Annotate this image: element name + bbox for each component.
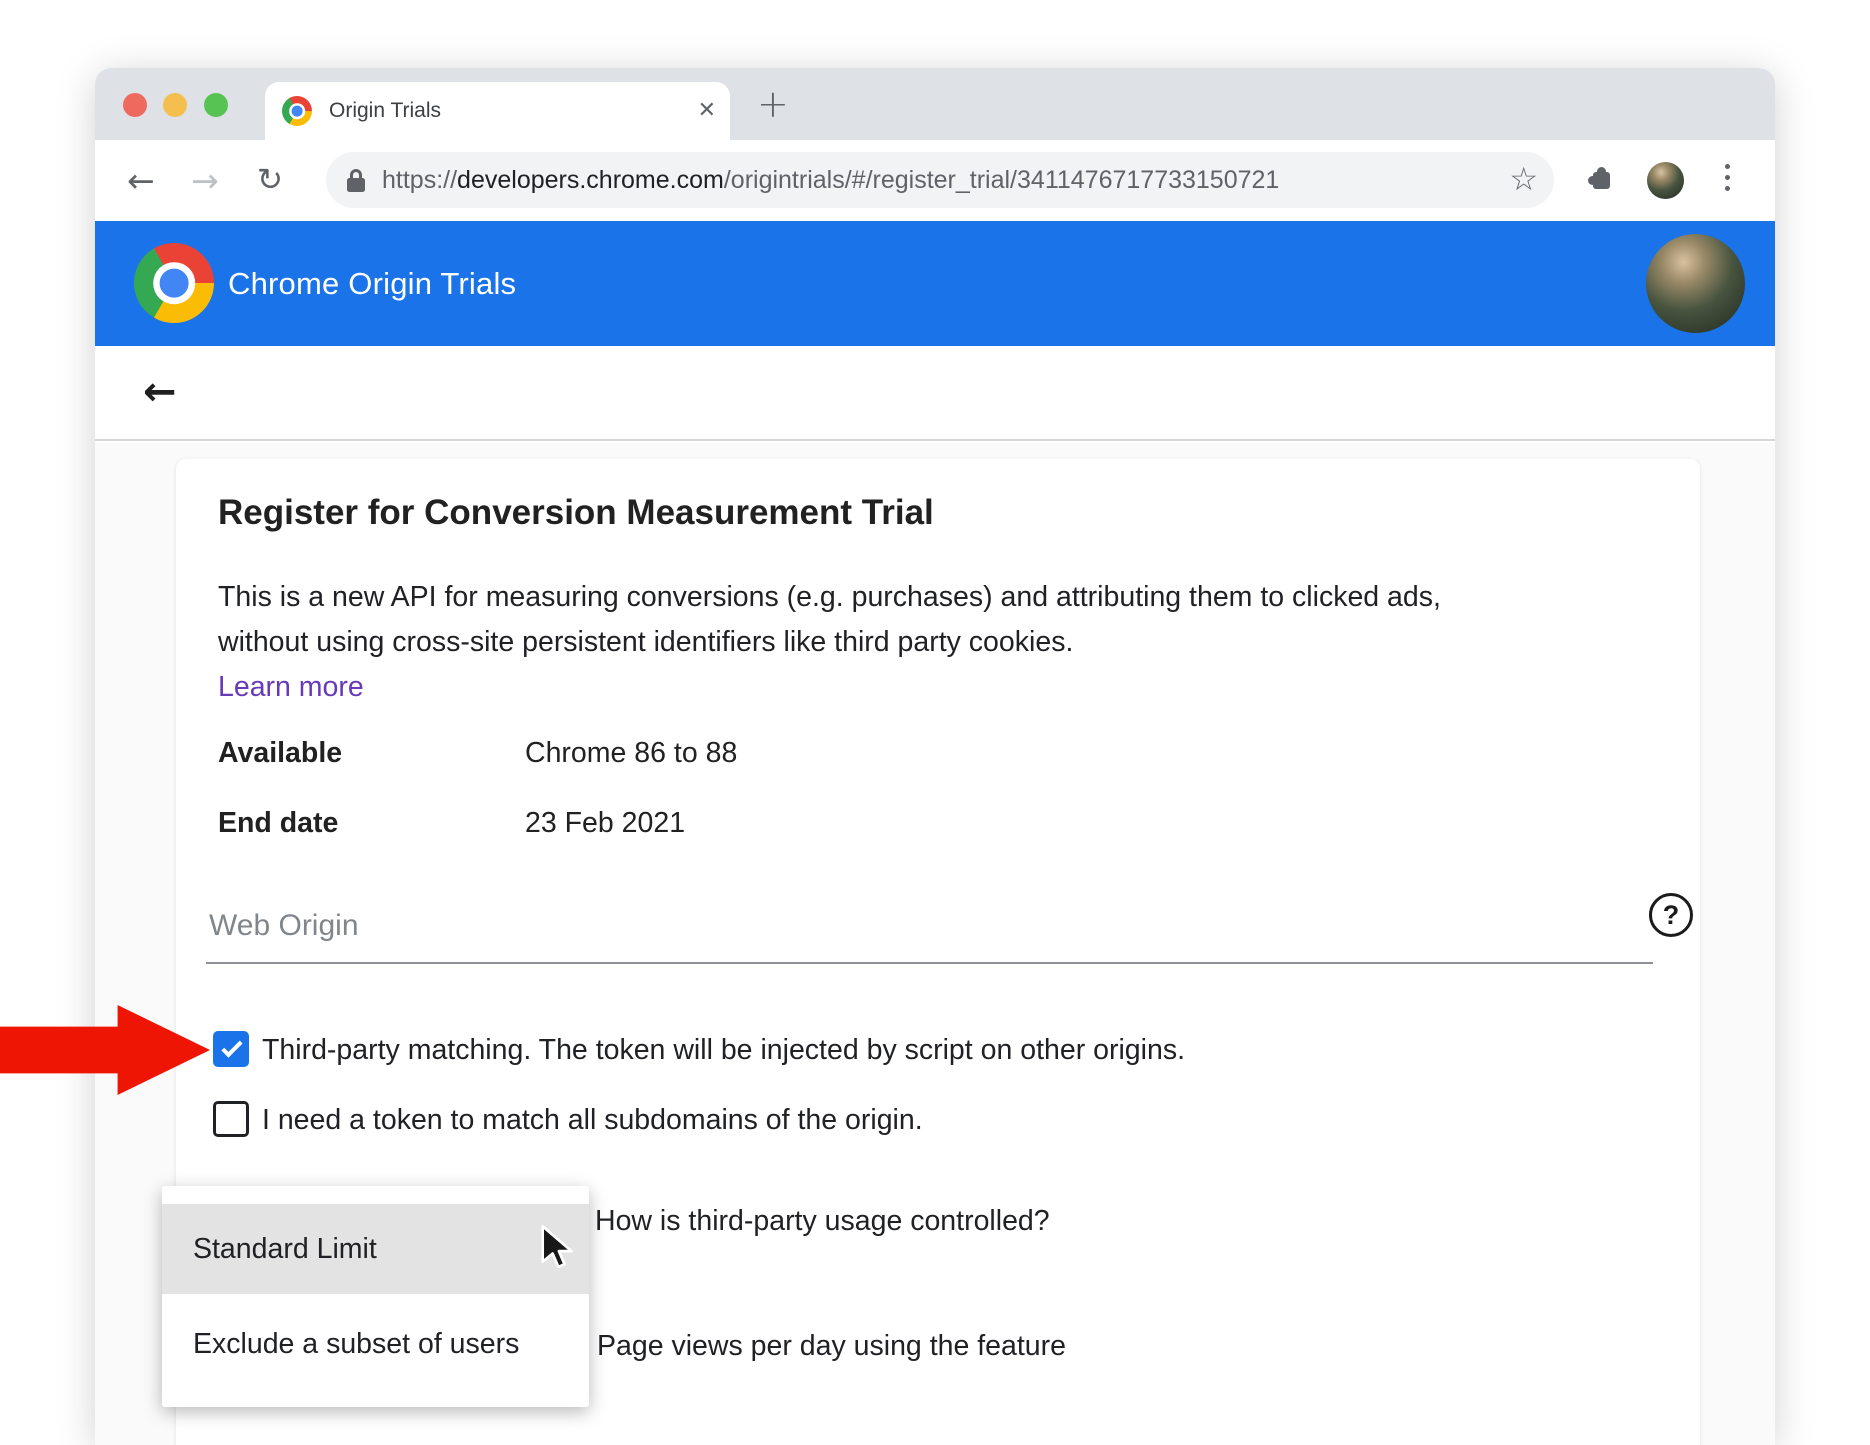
page-nav-row: ←: [95, 346, 1775, 441]
browser-menu-icon[interactable]: [1725, 164, 1731, 197]
third-party-matching-checkbox[interactable]: [213, 1031, 249, 1067]
trial-description-line2: without using cross-site persistent iden…: [218, 626, 1073, 659]
available-label: Available: [218, 737, 342, 770]
reload-icon[interactable]: ↻: [248, 140, 292, 221]
extensions-puzzle-icon[interactable]: [1593, 172, 1610, 189]
help-icon[interactable]: ?: [1649, 893, 1693, 937]
browser-toolbar: ← → ↻ https://developers.chrome.com/orig…: [95, 140, 1775, 221]
trial-description-line1: This is a new API for measuring conversi…: [218, 581, 1441, 614]
app-title: Chrome Origin Trials: [228, 221, 516, 346]
dropdown-option-exclude-subset[interactable]: Exclude a subset of users: [162, 1294, 589, 1394]
tab-close-icon[interactable]: ✕: [698, 82, 716, 140]
usage-control-question: How is third-party usage controlled?: [595, 1205, 1050, 1238]
learn-more-link[interactable]: Learn more: [218, 671, 364, 704]
browser-tab[interactable]: Origin Trials ✕: [265, 82, 730, 140]
url-host: developers.chrome.com: [457, 166, 724, 194]
new-tab-button[interactable]: +: [757, 70, 789, 138]
mouse-cursor: [537, 1224, 575, 1275]
dropdown-option-standard-limit[interactable]: Standard Limit: [162, 1204, 589, 1294]
maximize-window-button[interactable]: [204, 93, 228, 117]
browser-back-icon[interactable]: ←: [119, 140, 163, 221]
address-bar[interactable]: https://developers.chrome.com/origintria…: [326, 152, 1554, 208]
match-subdomains-checkbox[interactable]: [213, 1101, 249, 1137]
usage-limit-dropdown-menu: Standard Limit Exclude a subset of users: [162, 1186, 589, 1407]
chrome-favicon-icon: [282, 96, 312, 126]
tab-strip: Origin Trials ✕ +: [95, 68, 1775, 140]
browser-forward-icon[interactable]: →: [183, 140, 227, 221]
lock-icon[interactable]: [344, 167, 368, 199]
page-back-arrow-icon[interactable]: ←: [143, 346, 177, 439]
app-header: Chrome Origin Trials: [95, 221, 1775, 346]
web-origin-underline: [206, 962, 1653, 964]
url-path: /origintrials/#/register_trial/341147671…: [724, 166, 1279, 194]
user-avatar[interactable]: [1646, 234, 1745, 333]
usage-helper-text: Page views per day using the feature: [597, 1330, 1066, 1363]
bookmark-star-icon[interactable]: ☆: [1509, 152, 1538, 206]
page-title: Register for Conversion Measurement Tria…: [218, 493, 934, 533]
available-value: Chrome 86 to 88: [525, 737, 737, 770]
match-subdomains-label[interactable]: I need a token to match all subdomains o…: [262, 1104, 923, 1137]
end-date-label: End date: [218, 807, 338, 840]
url-scheme: https://: [382, 166, 457, 194]
close-window-button[interactable]: [123, 93, 147, 117]
browser-profile-avatar[interactable]: [1647, 162, 1684, 199]
url-text[interactable]: https://developers.chrome.com/origintria…: [382, 152, 1279, 208]
checkmark-icon: [221, 1036, 242, 1057]
tab-title: Origin Trials: [329, 82, 441, 140]
end-date-value: 23 Feb 2021: [525, 807, 685, 840]
minimize-window-button[interactable]: [163, 93, 187, 117]
chrome-logo-icon: [134, 243, 214, 323]
third-party-matching-label[interactable]: Third-party matching. The token will be …: [262, 1034, 1185, 1067]
web-origin-input[interactable]: Web Origin: [209, 909, 359, 943]
